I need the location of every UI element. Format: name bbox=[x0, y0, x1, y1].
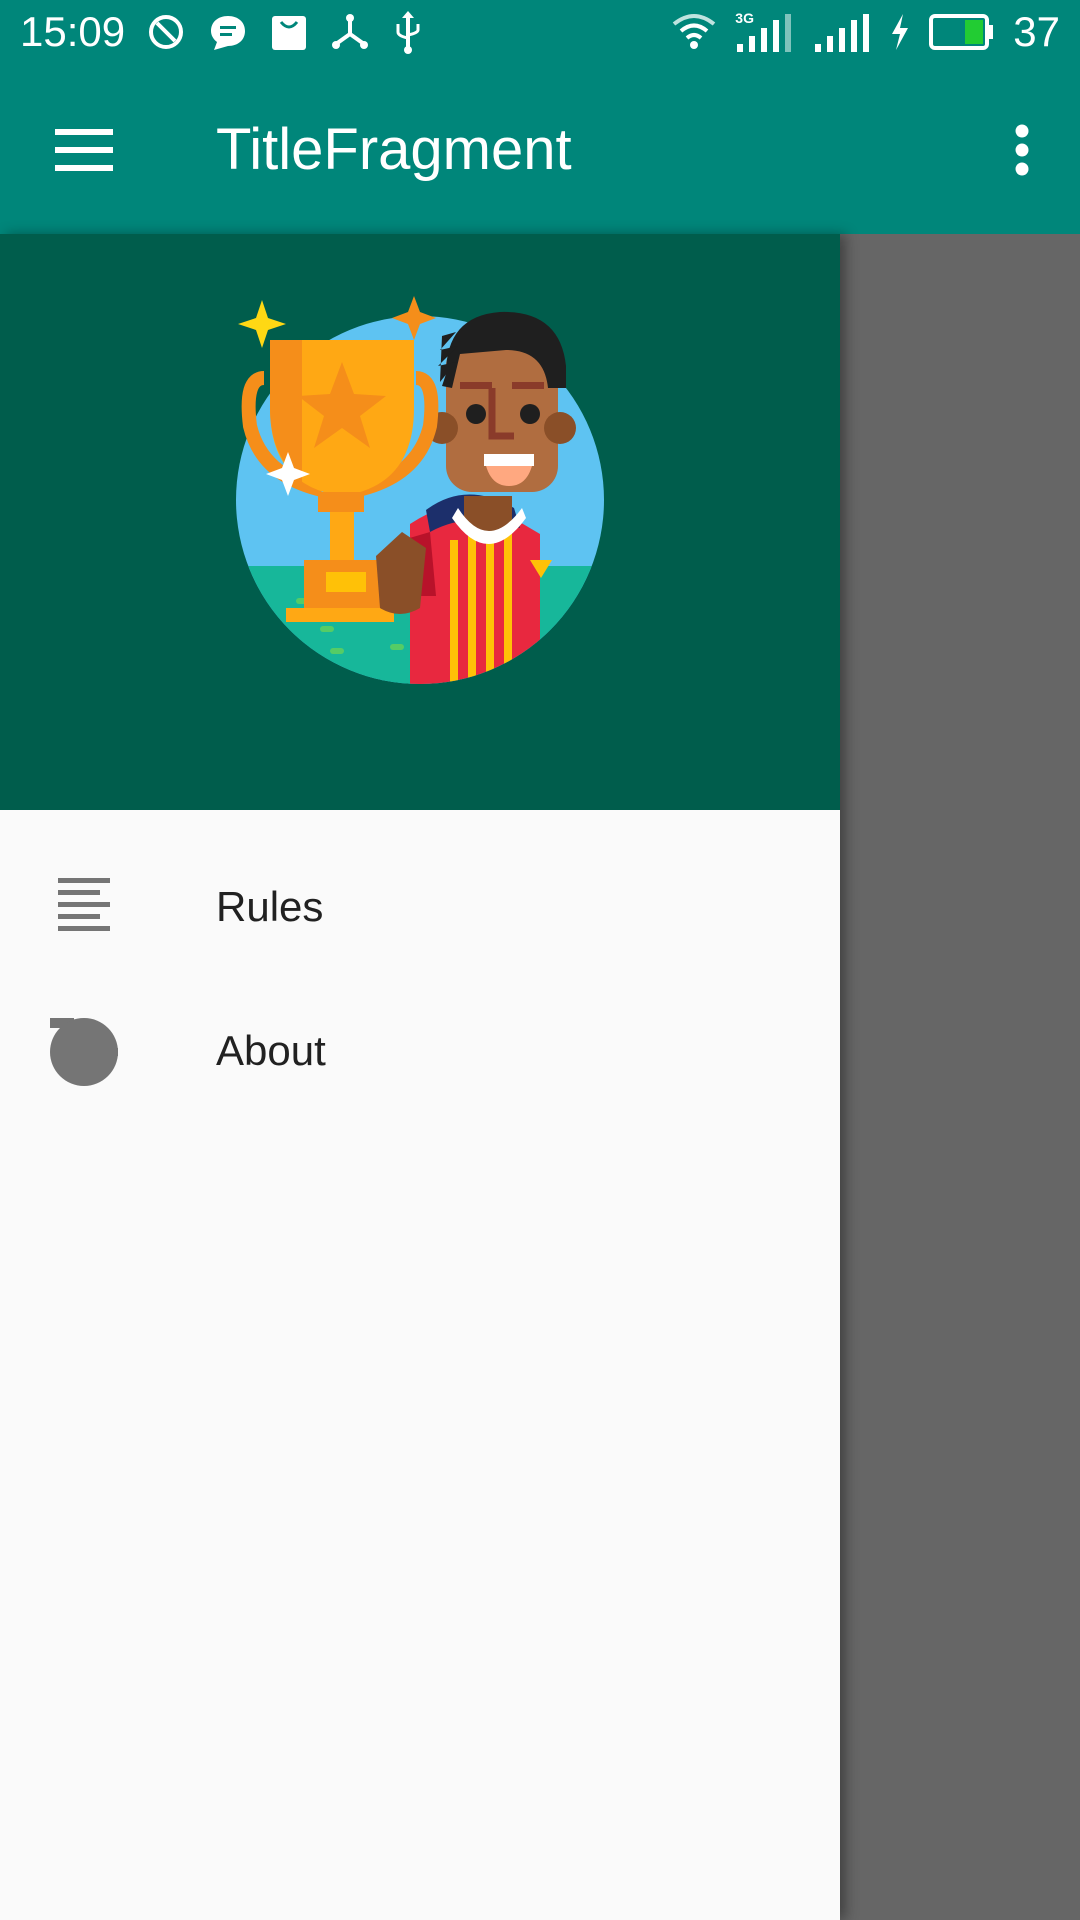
charging-icon bbox=[892, 14, 909, 50]
drawer-item-about[interactable]: About bbox=[0, 978, 840, 1122]
battery-icon bbox=[929, 14, 994, 50]
overflow-menu-icon bbox=[1015, 124, 1029, 176]
status-time: 15:09 bbox=[20, 8, 126, 55]
rules-list-icon bbox=[44, 870, 124, 942]
battery-level-text: 37 bbox=[1013, 8, 1060, 55]
about-icon bbox=[44, 1014, 124, 1086]
navigation-drawer: Rules About bbox=[0, 234, 840, 1920]
hamburger-menu-icon bbox=[55, 129, 113, 171]
usb-icon bbox=[396, 11, 420, 54]
app-bar: TitleFragment bbox=[0, 64, 1080, 234]
chat-bubble-icon bbox=[211, 16, 245, 50]
status-notification-icons bbox=[146, 10, 424, 54]
drawer-scrim[interactable] bbox=[840, 234, 1080, 1920]
drawer-item-label: About bbox=[216, 1027, 326, 1074]
drawer-item-rules[interactable]: Rules bbox=[0, 834, 840, 978]
navigation-menu-button[interactable] bbox=[40, 112, 128, 188]
signal-icon bbox=[815, 14, 870, 52]
share-nodes-icon bbox=[332, 14, 368, 49]
app-screen: 15:09 3G 37 TitleFragment Rules About bbox=[0, 0, 1080, 1920]
overflow-menu-button[interactable] bbox=[992, 112, 1052, 188]
drawer-item-label: Rules bbox=[216, 883, 324, 930]
trophy-player-illustration bbox=[236, 296, 604, 684]
drawer-header bbox=[0, 234, 840, 810]
status-bar: 15:09 3G 37 bbox=[0, 0, 1080, 64]
status-system-icons: 3G 37 bbox=[671, 8, 1060, 56]
signal-3g-icon: 3G bbox=[735, 10, 795, 54]
shopping-bag-icon bbox=[272, 16, 306, 50]
blocked-icon bbox=[149, 15, 183, 49]
wifi-icon bbox=[673, 14, 716, 49]
app-bar-title: TitleFragment bbox=[216, 117, 572, 182]
